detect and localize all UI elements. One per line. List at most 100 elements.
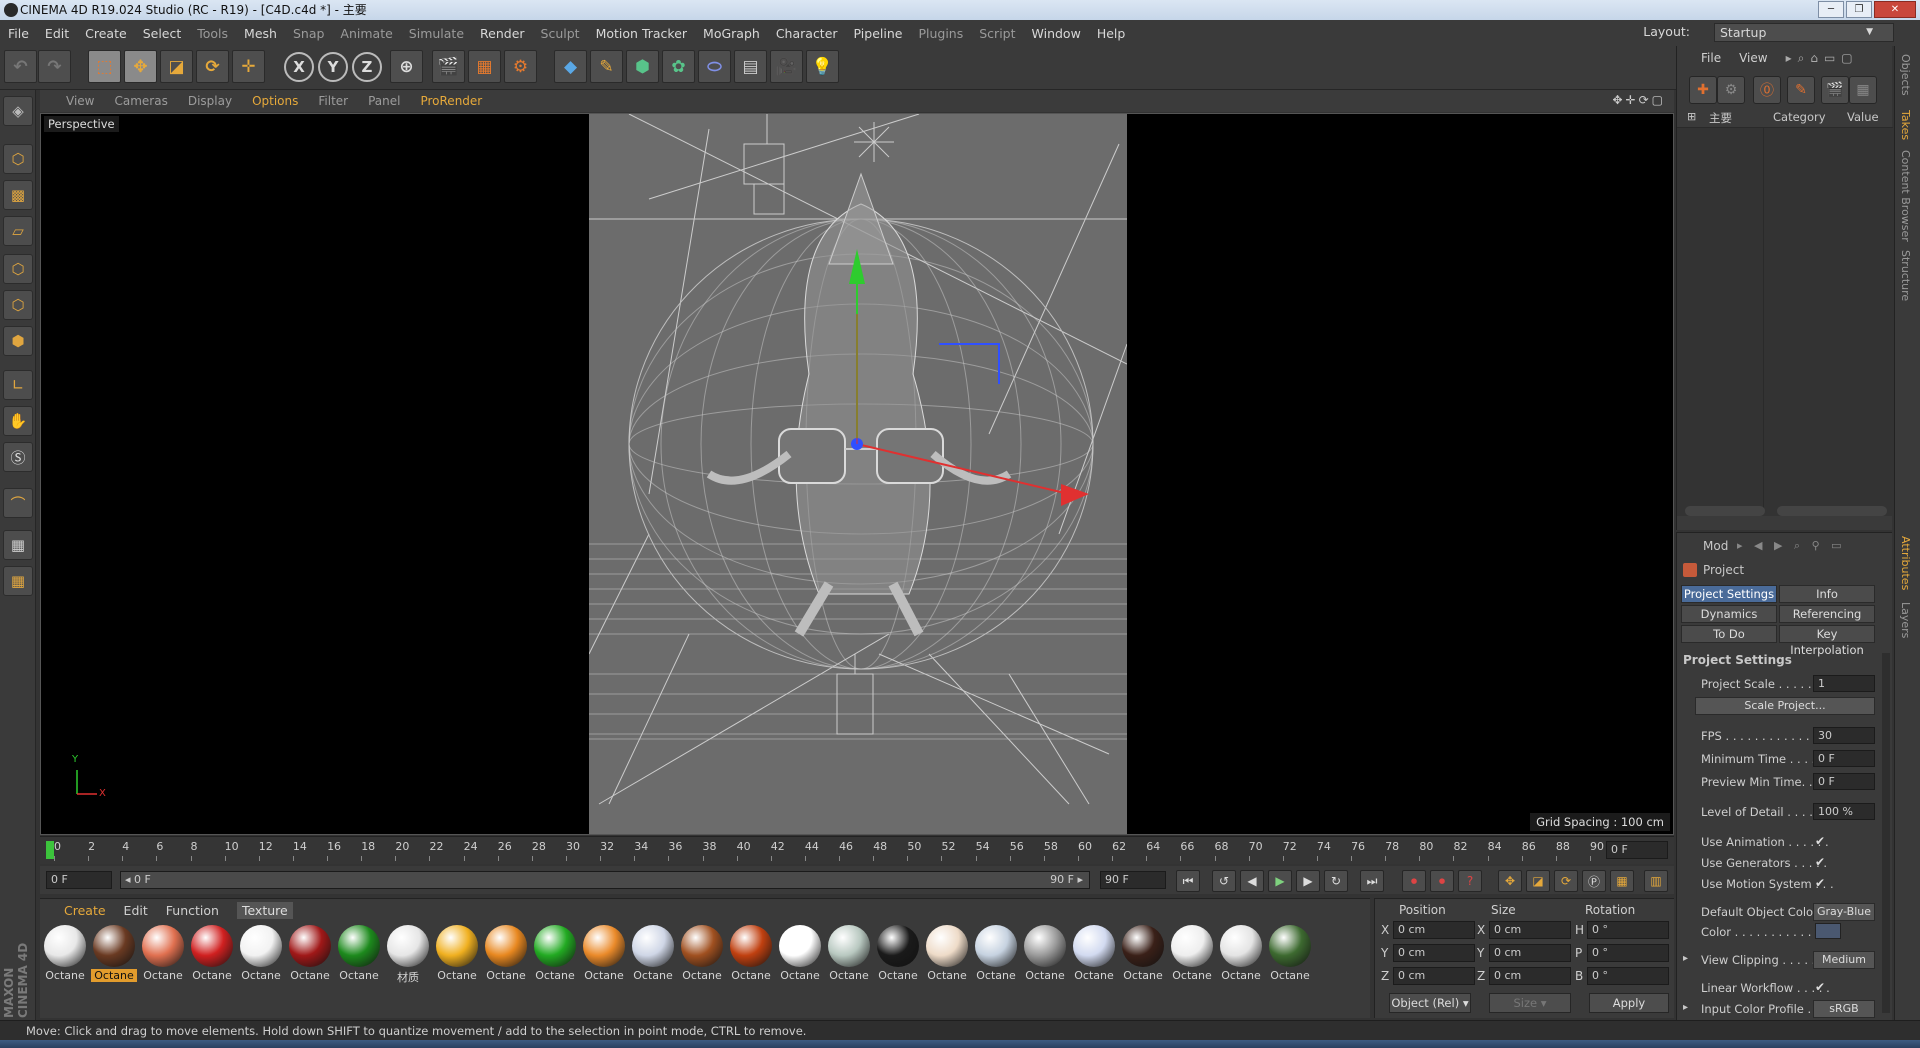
scheme-settings-icon[interactable]: ▥ [1644,870,1668,892]
side-tab-takes[interactable]: Takes [1899,110,1912,140]
go-to-start-icon[interactable]: ⏮ [1176,870,1200,892]
menu-animate[interactable]: Animate [340,26,392,41]
menu-edit[interactable]: Edit [45,26,69,41]
use-generators-checkbox[interactable]: ✔ [1815,855,1825,869]
render-picture-viewer-icon[interactable]: ▦ [468,50,501,83]
polygons-mode-icon[interactable]: ⬢ [3,326,33,356]
points-mode-icon[interactable]: ⬡ [3,254,33,284]
playhead-marker[interactable] [46,841,54,859]
tab-info[interactable]: Info [1779,585,1875,603]
menu-motion-tracker[interactable]: Motion Tracker [596,26,687,41]
preview-min-time-field[interactable]: 0 F [1813,773,1875,790]
viewport-menu-filter[interactable]: Filter [318,94,348,108]
take-settings-icon[interactable]: ▦ [1849,76,1877,104]
frame-range-slider[interactable]: ◂ 0 F 90 F ▸ [120,871,1090,889]
menu-snap[interactable]: Snap [293,26,324,41]
menu-sculpt[interactable]: Sculpt [541,26,580,41]
viewport-menu-panel[interactable]: Panel [368,94,400,108]
texture-mode-icon[interactable]: ▩ [3,180,33,210]
material-swatch[interactable]: Octane [777,925,823,983]
position-key-icon[interactable]: ✥ [1498,870,1522,892]
material-swatch[interactable]: Octane [875,925,921,983]
pen-spline-icon[interactable]: ✎ [590,50,623,83]
coordinate-field[interactable]: 0 cm [1393,967,1475,985]
x-axis-lock-button[interactable]: X [284,52,314,82]
side-tab-structure[interactable]: Structure [1899,250,1912,301]
render-settings-icon[interactable]: ⚙ [504,50,537,83]
takes-list[interactable] [1677,128,1893,516]
tab-project-settings[interactable]: Project Settings [1681,585,1777,603]
take-expand-icon[interactable]: ⊞ [1687,110,1696,123]
expand-arrow-icon[interactable]: ▸ [1683,1002,1688,1013]
material-swatch[interactable]: Octane [728,925,774,983]
render-view-icon[interactable]: 🎬 [432,50,465,83]
tab-key-interpolation[interactable]: Key Interpolation [1779,625,1875,657]
material-swatch[interactable]: Octane [630,925,676,983]
material-swatch[interactable]: Octane [1071,925,1117,983]
viewport-nav-icons[interactable]: ✥✛⟳▢ [1612,93,1666,107]
minimize-button[interactable]: ─ [1818,1,1844,18]
subdivision-surface-icon[interactable]: ⬢ [626,50,659,83]
deformer-icon[interactable]: ⬭ [698,50,731,83]
autokeying-icon[interactable]: ⏺ [1430,870,1454,892]
current-frame-field[interactable]: 0 F [46,871,112,889]
side-tab-layers[interactable]: Layers [1899,602,1912,638]
coordinate-field[interactable]: 0 ° [1587,921,1669,939]
menu-simulate[interactable]: Simulate [409,26,464,41]
timeline-ruler[interactable]: 0 2 4 6 8 10 12 14 16 18 20 22 24 26 28 30 32 34 36 38 40 42 4… [40,836,1674,864]
material-swatch[interactable]: Octane [1218,925,1264,983]
lock-workplane-icon[interactable]: ▦ [3,530,33,560]
record-active-objects-icon[interactable]: ⏺ [1402,870,1426,892]
side-tab-objects[interactable]: Objects [1899,54,1912,96]
keyframe-selection-icon[interactable]: ? [1458,870,1482,892]
input-color-profile-dropdown[interactable]: sRGB [1813,1000,1875,1018]
material-swatch[interactable]: Octane [581,925,627,983]
material-menu-create[interactable]: Create [64,903,106,918]
snap-icon[interactable]: Ⓢ [3,442,33,472]
material-menu-edit[interactable]: Edit [124,903,148,918]
menu-window[interactable]: Window [1032,26,1081,41]
material-menu-texture[interactable]: Texture [236,901,293,919]
cloner-icon[interactable]: ✿ [662,50,695,83]
z-axis-lock-button[interactable]: Z [352,52,382,82]
tab-to-do[interactable]: To Do [1681,625,1777,643]
scale-key-icon[interactable]: ◪ [1526,870,1550,892]
menu-tools[interactable]: Tools [197,26,228,41]
objects-panel-tools-icon[interactable]: ▸⌕⌂▭▢ [1786,51,1859,66]
menu-mograph[interactable]: MoGraph [703,26,760,41]
level-of-detail-field[interactable]: 100 % [1813,803,1875,820]
next-key-icon[interactable]: ↻ [1324,870,1348,892]
timeline-end-field[interactable]: 0 F [1606,841,1668,859]
recent-tool-icon[interactable]: ✛ [232,50,265,83]
material-swatch[interactable]: Octane [924,925,970,983]
menu-character[interactable]: Character [776,26,838,41]
auto-take-icon[interactable]: ✎ [1787,76,1815,104]
horizontal-scrollbar-right[interactable] [1777,506,1887,516]
menu-help[interactable]: Help [1097,26,1126,41]
material-swatch[interactable]: Octane [532,925,578,983]
menu-select[interactable]: Select [143,26,182,41]
viewport-menu-display[interactable]: Display [188,94,232,108]
menu-script[interactable]: Script [979,26,1015,41]
menu-render[interactable]: Render [480,26,525,41]
material-swatch[interactable]: Octane [679,925,725,983]
new-take-icon[interactable]: ✚ [1689,76,1717,104]
menu-plugins[interactable]: Plugins [918,26,963,41]
material-swatch[interactable]: Octane [189,925,235,983]
material-swatch[interactable]: Octane [336,925,382,983]
layout-dropdown[interactable]: Startup ▼ [1714,23,1894,42]
material-swatch[interactable]: Octane [287,925,333,983]
edges-mode-icon[interactable]: ⬡ [3,290,33,320]
light-icon[interactable]: 💡 [806,50,839,83]
objects-menu-file[interactable]: File [1701,51,1721,65]
maximize-button[interactable]: ❐ [1846,1,1872,18]
default-object-color-dropdown[interactable]: Gray-Blue [1813,903,1875,921]
perspective-viewport[interactable]: Perspective Grid Spacing : 100 cm Y X [40,113,1674,835]
viewport-menu-options[interactable]: Options [252,94,298,108]
menu-pipeline[interactable]: Pipeline [854,26,903,41]
viewport-menu-cameras[interactable]: Cameras [114,94,167,108]
material-swatch[interactable]: Octane [1120,925,1166,983]
camera-icon[interactable]: 🎥 [770,50,803,83]
vertical-scrollbar[interactable] [1882,653,1890,1013]
rotate-tool-icon[interactable]: ⟳ [196,50,229,83]
